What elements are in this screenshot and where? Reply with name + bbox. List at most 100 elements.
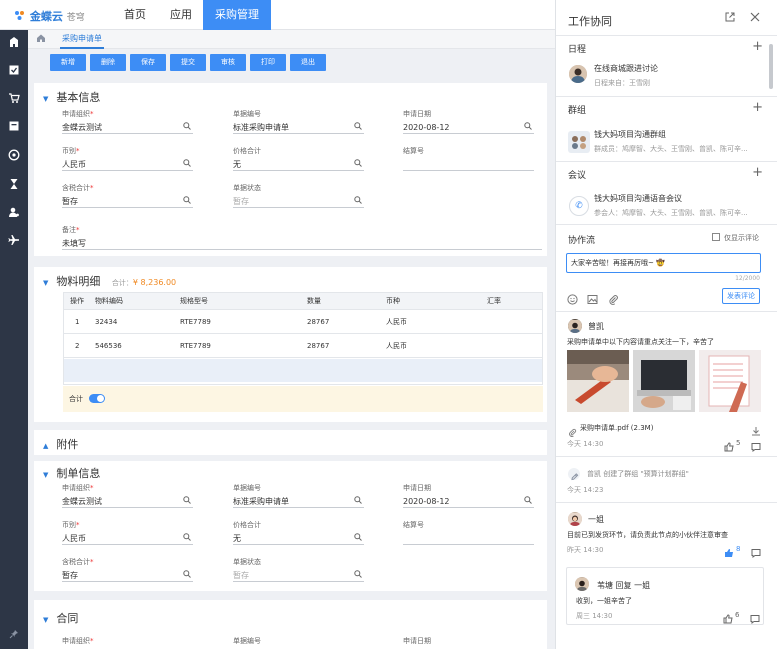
post-photo[interactable] [633,350,695,412]
event-text: 曾凯 创建了群组 "预算计划群组" [587,470,689,478]
field-input[interactable]: 标准采购申请单 [233,496,364,508]
search-icon[interactable] [524,496,532,507]
char-counter: 12/2000 [735,275,760,282]
emoji-icon[interactable] [567,290,578,309]
post-photo[interactable] [699,350,761,412]
post-photo[interactable] [567,350,629,412]
section-title-material[interactable]: ▼ 物料明细 合计：¥ 8,236.00 [43,273,176,289]
file-link[interactable]: 采购申请单.pdf (2.3M) [580,423,653,433]
search-icon[interactable] [354,496,362,507]
search-icon[interactable] [524,122,532,133]
like-icon[interactable] [723,609,733,628]
search-icon[interactable] [183,533,191,544]
search-icon[interactable] [354,533,362,544]
home-icon[interactable] [36,33,46,46]
search-icon[interactable] [354,159,362,170]
field-input[interactable] [403,159,534,171]
table-row[interactable]: 2 546536 RTE7789 28767 人民币 [64,335,542,358]
search-icon[interactable] [183,196,191,207]
table-row[interactable]: 1 32434 RTE7789 28767 人民币 [64,311,542,334]
field-input[interactable] [403,533,534,545]
app-logo[interactable]: 金蝶云 苍穹 [14,8,85,24]
field-input[interactable]: 标准采购申请单 [233,122,364,134]
collapse-caret-icon[interactable]: ▼ [43,279,48,287]
expand-caret-icon[interactable]: ▲ [43,442,48,450]
field-input[interactable]: 人民币 [62,533,193,545]
field-input[interactable]: 金蝶云测试 [62,496,193,508]
new-button[interactable]: 新增 [50,54,86,71]
nav-procurement[interactable]: 采购管理 [203,0,271,30]
scrollbar[interactable] [769,44,773,89]
pin-icon[interactable] [7,628,21,642]
section-title-basic[interactable]: ▼ 基本信息 [43,89,100,105]
schedule-label: 日程 [568,45,587,55]
tab-purchase-request[interactable]: 采购申请单 [60,30,104,49]
submit-button[interactable]: 提交 [170,54,206,71]
search-icon[interactable] [183,496,191,507]
compass-icon[interactable] [7,149,21,163]
save-button[interactable]: 保存 [130,54,166,71]
group-title[interactable]: 钱大妈项目沟通群组 [594,129,666,140]
field-input[interactable]: 2020-08-12 [403,122,534,134]
post-author[interactable]: 一姐 [588,514,604,525]
search-icon[interactable] [183,159,191,170]
like-count: 5 [736,439,741,447]
avatar [575,577,589,591]
field-input[interactable]: 暂存 [62,570,193,582]
search-icon[interactable] [354,196,362,207]
print-button[interactable]: 打印 [250,54,286,71]
divider [556,456,777,457]
section-title-contract[interactable]: ▼ 合同 [43,610,78,626]
empty-selected-row[interactable] [64,359,542,382]
image-icon[interactable] [587,290,598,309]
field-input[interactable]: 人民币 [62,159,193,171]
nav-apps[interactable]: 应用 [170,0,192,30]
popout-icon[interactable] [725,12,735,25]
collapse-caret-icon[interactable]: ▼ [43,471,48,479]
search-icon[interactable] [183,122,191,133]
like-icon[interactable] [724,437,734,456]
cart-icon[interactable] [7,92,21,106]
exit-button[interactable]: 退出 [290,54,326,71]
close-icon[interactable] [750,12,760,25]
post-author[interactable]: 曾凯 [588,321,604,332]
add-group-icon[interactable]: + [752,100,763,115]
comment-icon[interactable] [751,437,761,456]
comment-input[interactable]: 大家辛苦啦！再接再厉哦~ 🤠 [566,253,761,273]
field-label: 结算号 [403,147,424,155]
field-input[interactable]: 无 [233,533,364,545]
field-input[interactable]: 2020-08-12 [403,496,534,508]
nav-home[interactable]: 首页 [124,0,146,30]
only-comments-checkbox[interactable] [712,233,720,241]
comment-icon[interactable] [750,609,760,628]
note-field[interactable]: 未填写 [62,238,542,250]
collapse-caret-icon[interactable]: ▼ [43,616,48,624]
add-schedule-icon[interactable]: + [752,39,763,54]
delete-button[interactable]: 删除 [90,54,126,71]
building-icon[interactable] [7,36,21,50]
add-meeting-icon[interactable]: + [752,165,763,180]
field-input[interactable]: 无 [233,159,364,171]
schedule-title[interactable]: 在线商城跟进讨论 [594,63,658,74]
comment-icon[interactable] [751,543,761,562]
search-icon[interactable] [354,122,362,133]
like-icon-active[interactable] [724,543,734,562]
field-input[interactable]: 金蝶云测试 [62,122,193,134]
field-input[interactable]: 暂存 [62,196,193,208]
post-comment-button[interactable]: 发表评论 [722,288,760,304]
audit-button[interactable]: 审核 [210,54,246,71]
section-title-attachments[interactable]: ▲ 附件 [43,436,78,452]
hourglass-icon[interactable] [7,178,21,192]
meeting-title[interactable]: 钱大妈项目沟通语音会议 [594,193,682,204]
airplane-icon[interactable] [7,234,21,248]
search-icon[interactable] [183,570,191,581]
user-settings-icon[interactable] [7,206,21,220]
collapse-caret-icon[interactable]: ▼ [43,95,48,103]
section-title-maker[interactable]: ▼ 制单信息 [43,465,100,481]
only-comments-label: 仅显示评论 [724,234,759,242]
inbox-icon[interactable] [7,120,21,134]
sum-toggle[interactable] [89,394,105,403]
checklist-icon[interactable] [7,64,21,78]
attachment-icon[interactable] [608,290,619,309]
search-icon[interactable] [354,570,362,581]
